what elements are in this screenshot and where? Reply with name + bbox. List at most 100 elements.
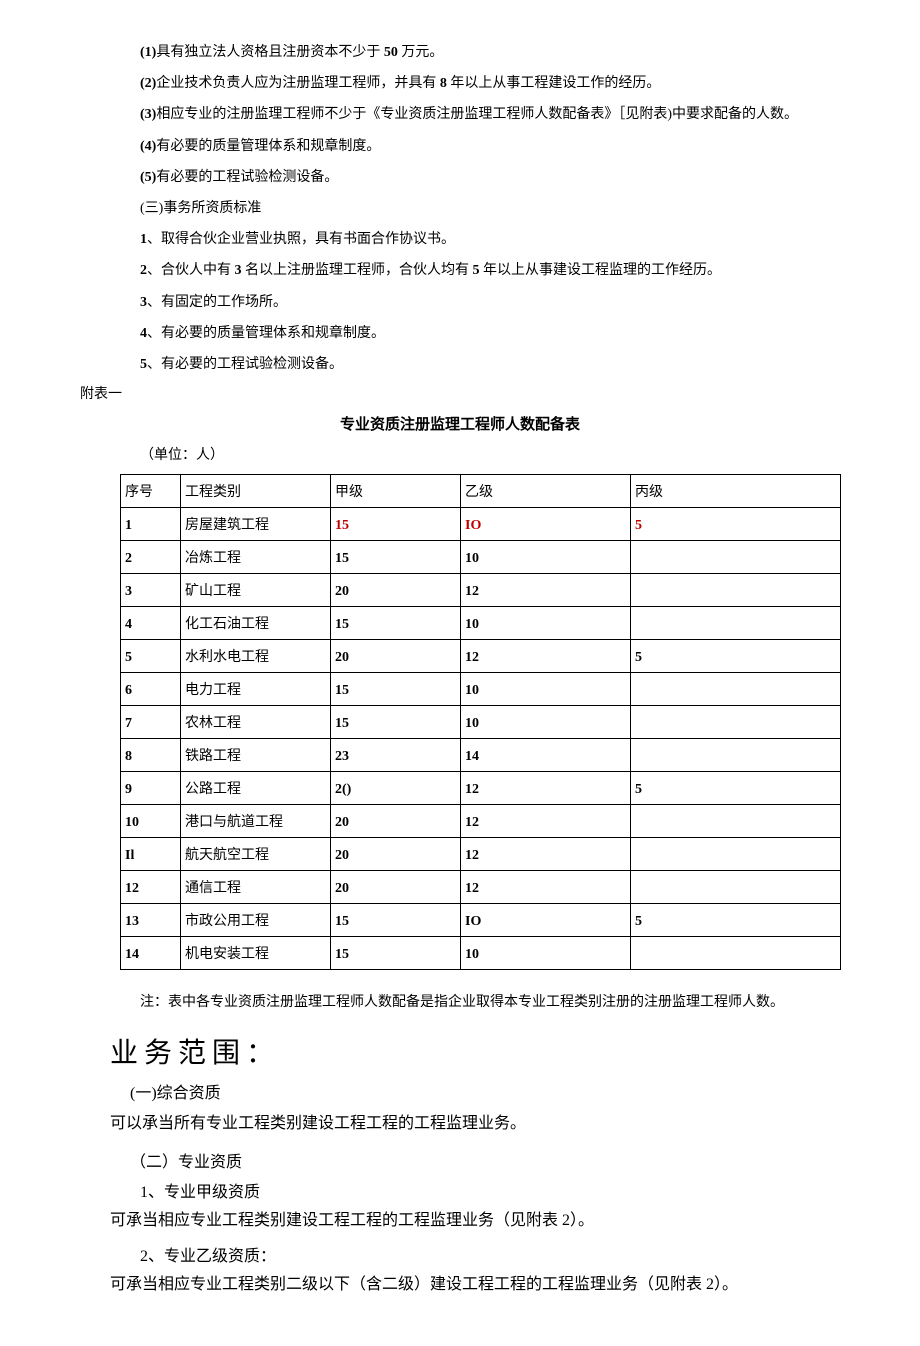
cell-grade-b: 12 (461, 805, 631, 838)
cell-grade-b: 12 (461, 640, 631, 673)
cell-seq: Il (121, 838, 181, 871)
cell-seq: 9 (121, 772, 181, 805)
cell-category: 航天航空工程 (181, 838, 331, 871)
item-text: 、有必要的质量管理体系和规章制度。 (147, 326, 385, 341)
cell-grade-c (631, 871, 841, 904)
item-text: 名以上注册监理工程师，合伙人均有 (245, 263, 473, 278)
cell-grade-c: 5 (631, 508, 841, 541)
table-header-row: 序号 工程类别 甲级 乙级 丙级 (121, 475, 841, 508)
item-text: 、有固定的工作场所。 (147, 295, 287, 310)
cell-grade-a: 15 (331, 673, 461, 706)
clause-4: (4)有必要的质量管理体系和规章制度。 (140, 134, 840, 159)
cell-seq: 14 (121, 937, 181, 970)
cell-grade-b: 10 (461, 673, 631, 706)
cell-grade-b: IO (461, 508, 631, 541)
cell-category: 农林工程 (181, 706, 331, 739)
cell-grade-c (631, 541, 841, 574)
col-b: 乙级 (461, 475, 631, 508)
item-text: 、取得合伙企业营业执照，具有书面合作协议书。 (147, 232, 455, 247)
cell-grade-c (631, 574, 841, 607)
scope-heading: 业务范围： (110, 1031, 840, 1071)
cell-seq: 1 (121, 508, 181, 541)
clause-text: 万元。 (401, 45, 443, 60)
table-row: 8铁路工程2314 (121, 739, 841, 772)
item-3: 3、有固定的工作场所。 (140, 290, 840, 315)
cell-grade-a: 20 (331, 640, 461, 673)
cell-grade-c: 5 (631, 904, 841, 937)
table-row: 6电力工程1510 (121, 673, 841, 706)
cell-grade-a: 2() (331, 772, 461, 805)
scope-section-1: (一)综合资质 (130, 1079, 840, 1103)
clause-text: 具有独立法人资格且注册资本不少于 (156, 45, 384, 60)
cell-seq: 13 (121, 904, 181, 937)
table-row: 3矿山工程2012 (121, 574, 841, 607)
cell-grade-b: 10 (461, 937, 631, 970)
clause-1: (1)具有独立法人资格且注册资本不少于 50 万元。 (140, 40, 840, 65)
cell-grade-c (631, 838, 841, 871)
item-1: 1、取得合伙企业营业执照，具有书面合作协议书。 (140, 227, 840, 252)
cell-grade-b: 12 (461, 574, 631, 607)
cell-seq: 7 (121, 706, 181, 739)
cell-grade-c (631, 937, 841, 970)
cell-seq: 12 (121, 871, 181, 904)
cell-seq: 6 (121, 673, 181, 706)
cell-grade-c: 5 (631, 640, 841, 673)
cell-grade-c (631, 739, 841, 772)
section-3-heading: (三)事务所资质标准 (140, 196, 840, 221)
cell-category: 铁路工程 (181, 739, 331, 772)
item-5: 5、有必要的工程试验检测设备。 (140, 352, 840, 377)
cell-seq: 8 (121, 739, 181, 772)
cell-category: 通信工程 (181, 871, 331, 904)
table-row: 12通信工程2012 (121, 871, 841, 904)
cell-grade-a: 20 (331, 574, 461, 607)
item-text: 年以上从事建设工程监理的工作经历。 (483, 263, 721, 278)
scope-section-2: （二）专业资质 (130, 1148, 840, 1172)
cell-grade-c (631, 706, 841, 739)
clause-num-inline: 50 (384, 45, 402, 60)
item-num: 1 (140, 232, 147, 247)
cell-category: 港口与航道工程 (181, 805, 331, 838)
cell-grade-c (631, 673, 841, 706)
cell-grade-c: 5 (631, 772, 841, 805)
clause-num: (1) (140, 45, 156, 60)
cell-category: 冶炼工程 (181, 541, 331, 574)
col-a: 甲级 (331, 475, 461, 508)
cell-category: 化工石油工程 (181, 607, 331, 640)
item-num: 3 (140, 295, 147, 310)
clause-text: 有必要的质量管理体系和规章制度。 (156, 139, 380, 154)
cell-grade-a: 15 (331, 541, 461, 574)
clause-3: (3)相应专业的注册监理工程师不少于《专业资质注册监理工程师人数配备表》［见附表… (140, 102, 840, 127)
item-4: 4、有必要的质量管理体系和规章制度。 (140, 321, 840, 346)
cell-grade-a: 15 (331, 904, 461, 937)
table-body: 1房屋建筑工程15IO52冶炼工程15103矿山工程20124化工石油工程151… (121, 508, 841, 970)
cell-grade-b: 10 (461, 607, 631, 640)
cell-grade-a: 23 (331, 739, 461, 772)
cell-grade-b: 10 (461, 541, 631, 574)
clause-text: 相应专业的注册监理工程师不少于《专业资质注册监理工程师人数配备表》［见附表)中要… (156, 107, 798, 122)
scope-para-3: 可承当相应专业工程类别二级以下（含二级）建设工程工程的工程监理业务（见附表 2）… (110, 1270, 840, 1300)
item-num: 2 (140, 263, 147, 278)
cell-seq: 5 (121, 640, 181, 673)
cell-category: 公路工程 (181, 772, 331, 805)
table-row: Il航天航空工程2012 (121, 838, 841, 871)
cell-category: 电力工程 (181, 673, 331, 706)
cell-grade-a: 15 (331, 607, 461, 640)
table-row: 5水利水电工程20125 (121, 640, 841, 673)
allocation-table: 序号 工程类别 甲级 乙级 丙级 1房屋建筑工程15IO52冶炼工程15103矿… (120, 474, 841, 970)
table-title: 专业资质注册监理工程师人数配备表 (80, 413, 840, 434)
cell-grade-a: 20 (331, 871, 461, 904)
attachment-label: 附表一 (80, 383, 840, 403)
col-cat: 工程类别 (181, 475, 331, 508)
item-num: 5 (140, 357, 147, 372)
item-num-inline: 3 (235, 263, 246, 278)
clause-text: 有必要的工程试验检测设备。 (156, 170, 338, 185)
cell-grade-b: 12 (461, 772, 631, 805)
cell-category: 水利水电工程 (181, 640, 331, 673)
cell-grade-c (631, 805, 841, 838)
cell-seq: 10 (121, 805, 181, 838)
cell-grade-c (631, 607, 841, 640)
cell-grade-a: 15 (331, 937, 461, 970)
cell-category: 矿山工程 (181, 574, 331, 607)
table-row: 2冶炼工程1510 (121, 541, 841, 574)
clause-5: (5)有必要的工程试验检测设备。 (140, 165, 840, 190)
